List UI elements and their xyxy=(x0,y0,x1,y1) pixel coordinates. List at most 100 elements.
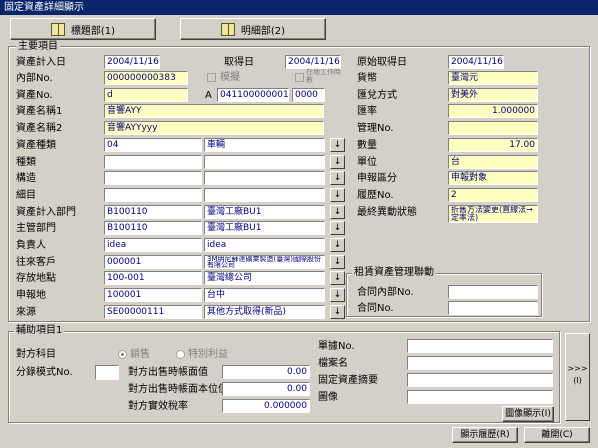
main-row-value[interactable]: 2004/11/16 xyxy=(104,55,160,69)
main-row-code[interactable]: B100110 xyxy=(104,205,202,219)
image-field[interactable] xyxy=(407,390,553,404)
split-pattern-field[interactable] xyxy=(95,365,119,380)
mold-label: 模擬 xyxy=(220,72,240,83)
sale-radio-label: 銷售 xyxy=(130,349,150,360)
main-row-code[interactable]: B100110 xyxy=(104,221,202,235)
voucher-no-field[interactable] xyxy=(407,339,553,353)
right-row-value[interactable]: 2004/11/16 xyxy=(448,55,504,69)
effective-tax-rate-field[interactable]: 0.000000 xyxy=(222,399,310,413)
main-row-label: 資產名稱2 xyxy=(16,123,63,134)
main-row-code[interactable]: idea xyxy=(104,238,202,252)
right-row-value[interactable]: 申報對象 xyxy=(448,171,538,185)
main-row-name[interactable]: 台中 xyxy=(204,288,325,302)
main-row-code[interactable] xyxy=(104,171,202,185)
main-row-label: 往來客戶 xyxy=(16,257,56,268)
lookup-button[interactable]: ↓ xyxy=(330,205,345,219)
right-row-value[interactable]: 2 xyxy=(448,188,538,202)
lookup-button[interactable]: ↓ xyxy=(330,155,345,169)
main-row-label: 內部No. xyxy=(16,73,53,84)
main-row-value[interactable]: d xyxy=(104,88,188,102)
lookup-button[interactable]: ↓ xyxy=(330,221,345,235)
work-hours-checkbox[interactable] xyxy=(295,73,304,82)
sale-radio[interactable] xyxy=(118,350,127,359)
main-row-code[interactable]: 04 xyxy=(104,138,202,152)
lookup-button[interactable]: ↓ xyxy=(330,288,345,302)
main-row-name[interactable]: 車輛 xyxy=(204,138,325,152)
main-row-code[interactable]: 000001 xyxy=(104,255,202,269)
right-row-value[interactable]: 台 xyxy=(448,155,538,169)
lookup-button[interactable]: ↓ xyxy=(330,238,345,252)
show-image-button[interactable]: 圖像顯示(I) xyxy=(502,406,554,422)
main-row-label: 細目 xyxy=(16,190,36,201)
main-row-name[interactable]: 3M明尼蘇達礦業製造(臺灣)國際股份有限公司 xyxy=(204,255,325,269)
acq-date-field[interactable]: 2004/11/16 xyxy=(285,55,341,69)
main-row-name[interactable] xyxy=(204,155,325,169)
lease-contract-internal-label: 合同內部No. xyxy=(357,287,414,298)
right-row-label: 單位 xyxy=(357,157,377,168)
mold-checkbox[interactable] xyxy=(207,73,216,82)
aux-items-group-label: 輔助項目1 xyxy=(14,325,65,336)
right-row-label: 原始取得日 xyxy=(357,57,407,68)
lookup-button[interactable]: ↓ xyxy=(330,305,345,319)
lookup-button[interactable]: ↓ xyxy=(330,188,345,202)
special-gain-radio[interactable] xyxy=(176,350,185,359)
main-row-value[interactable]: 000000000383 xyxy=(104,71,188,85)
book-icon xyxy=(50,22,65,36)
right-row-label: 匯兌方式 xyxy=(357,90,397,101)
show-history-button[interactable]: 顯示履歷(R) xyxy=(452,427,518,443)
tab-detail-label: 明細部(2) xyxy=(240,25,286,37)
main-row-code[interactable]: SE00000111 xyxy=(104,305,202,319)
window-title-bar: 固定資產詳細顯示 xyxy=(0,0,598,15)
lease-contract-internal-field[interactable] xyxy=(448,285,538,299)
main-row-name[interactable]: 臺灣工廠BU1 xyxy=(204,205,325,219)
voucher-no-label: 單據No. xyxy=(318,341,355,352)
next-arrows: >>> xyxy=(567,364,588,373)
lease-contract-no-field[interactable] xyxy=(448,301,538,315)
right-row-label: 管理No. xyxy=(357,123,394,134)
file-name-label: 檔案名 xyxy=(318,358,348,369)
main-row-name[interactable]: 臺灣總公司 xyxy=(204,271,325,285)
main-row-code[interactable] xyxy=(104,188,202,202)
tab-header-label: 標題部(1) xyxy=(70,25,116,37)
sale-book-value-field[interactable]: 0.00 xyxy=(222,365,310,379)
lookup-button[interactable]: ↓ xyxy=(330,271,345,285)
main-row-name[interactable]: idea xyxy=(204,238,325,252)
asset-summary-label: 固定資產摘要 xyxy=(318,375,378,386)
right-row-label: 最終異動狀態 xyxy=(357,207,417,218)
asset-no-a-label: A xyxy=(205,90,212,101)
right-row-label: 貨幣 xyxy=(357,73,377,84)
main-row-code[interactable]: 100001 xyxy=(104,288,202,302)
main-items-group-label: 主要項目 xyxy=(16,41,60,52)
right-row-value[interactable]: 折舊方法變更(直線法→定率法) xyxy=(448,205,538,223)
main-row-name[interactable] xyxy=(204,171,325,185)
sale-book-base-value-field[interactable]: 0.00 xyxy=(222,382,310,396)
right-row-value[interactable] xyxy=(448,121,538,135)
main-row-label: 資產種類 xyxy=(16,140,56,151)
right-row-value[interactable]: 17.00 xyxy=(448,138,538,152)
next-page-button[interactable]: >>> (I) xyxy=(565,333,590,421)
right-row-value[interactable]: 1.000000 xyxy=(448,104,538,118)
main-row-name[interactable] xyxy=(204,188,325,202)
asset-no-part3[interactable]: 0000 xyxy=(292,88,325,102)
close-button[interactable]: 離開(C) xyxy=(524,427,590,443)
main-row-code[interactable]: 100-001 xyxy=(104,271,202,285)
right-row-value[interactable]: 對美外 xyxy=(448,88,538,102)
file-name-field[interactable] xyxy=(407,356,553,370)
lookup-button[interactable]: ↓ xyxy=(330,138,345,152)
right-row-label: 履歷No. xyxy=(357,190,394,201)
right-row-value[interactable]: 臺灣元 xyxy=(448,71,538,85)
main-row-value[interactable]: 音響AYYyyy xyxy=(104,121,324,135)
tab-header[interactable]: 標題部(1) xyxy=(10,18,156,40)
main-row-name[interactable]: 臺灣工廠BU1 xyxy=(204,221,325,235)
tab-detail[interactable]: 明細部(2) xyxy=(180,18,326,40)
main-row-code[interactable] xyxy=(104,155,202,169)
asset-no-part2[interactable]: 041100000001 xyxy=(217,88,289,102)
main-row-label: 資產No. xyxy=(16,90,53,101)
asset-summary-field[interactable] xyxy=(407,373,553,387)
main-row-value[interactable]: 音響AYY xyxy=(104,104,324,118)
lookup-button[interactable]: ↓ xyxy=(330,255,345,269)
next-key: (I) xyxy=(573,376,582,385)
main-row-label: 種類 xyxy=(16,157,36,168)
main-row-name[interactable]: 其他方式取得(新品) xyxy=(204,305,325,319)
lookup-button[interactable]: ↓ xyxy=(330,171,345,185)
